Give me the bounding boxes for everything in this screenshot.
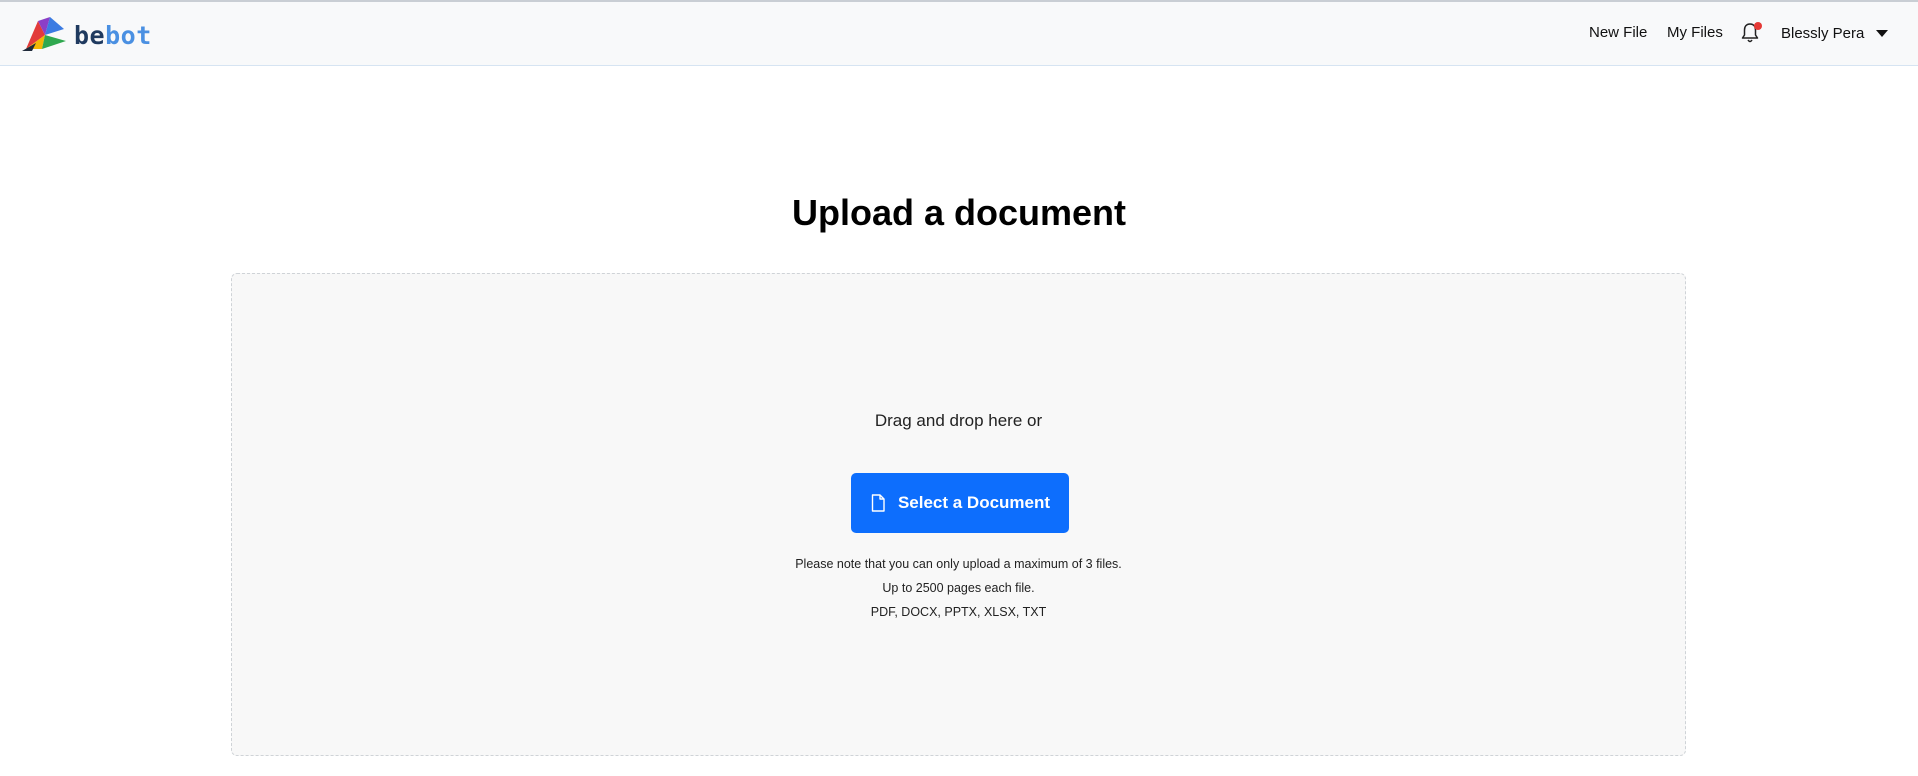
brand-name-part2: bot xyxy=(105,20,152,50)
navbar: bebot New File My Files Blessly Pera xyxy=(0,0,1918,66)
chevron-down-icon xyxy=(1876,30,1889,37)
select-document-button[interactable]: Select a Document xyxy=(851,473,1069,533)
page-title: Upload a document xyxy=(791,192,1127,233)
notification-badge xyxy=(1754,22,1762,30)
brand-name: bebot xyxy=(74,21,152,50)
user-name: Blessly Pera xyxy=(1781,25,1865,42)
upload-note-formats: PDF, DOCX, PPTX, XLSX, TXT xyxy=(870,605,1047,619)
bebot-logo-icon xyxy=(22,15,68,56)
nav-new-file[interactable]: New File xyxy=(1589,24,1647,41)
select-document-label: Select a Document xyxy=(897,493,1051,512)
brand-name-part1: be xyxy=(74,20,106,50)
brand-logo[interactable]: bebot xyxy=(22,15,152,56)
drop-instruction: Drag and drop here or xyxy=(874,411,1043,430)
upload-note-pages: Up to 2500 pages each file. xyxy=(882,581,1035,595)
upload-note-max-files: Please note that you can only upload a m… xyxy=(795,557,1122,571)
upload-dropzone[interactable]: Drag and drop here or Select a Document … xyxy=(231,273,1686,756)
nav-my-files[interactable]: My Files xyxy=(1667,24,1723,41)
file-icon xyxy=(871,494,885,512)
user-menu[interactable]: Blessly Pera xyxy=(1781,25,1889,42)
